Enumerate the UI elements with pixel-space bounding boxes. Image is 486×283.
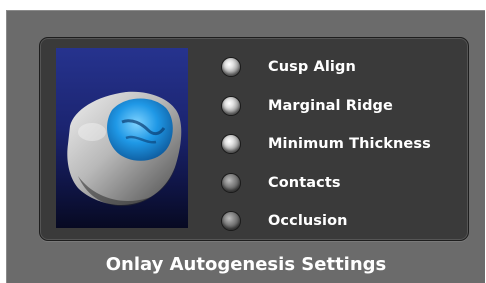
option-label: Marginal Ridge [268, 97, 393, 114]
option-contacts[interactable]: Contacts [220, 164, 460, 203]
option-label: Contacts [268, 174, 341, 191]
option-label: Occlusion [268, 213, 348, 230]
option-minimum-thickness[interactable]: Minimum Thickness [220, 125, 460, 164]
option-occlusion[interactable]: Occlusion [220, 202, 460, 241]
autogenesis-options: Cusp Align Marginal Ridge Minimum Thickn… [220, 48, 460, 241]
app-frame: Cusp Align Marginal Ridge Minimum Thickn… [0, 0, 486, 283]
toggle-indicator-icon[interactable] [222, 58, 240, 77]
panel-caption: Onlay Autogenesis Settings [105, 254, 387, 275]
tooth-highlight [78, 123, 106, 141]
option-label: Minimum Thickness [268, 136, 431, 153]
option-cusp-align[interactable]: Cusp Align [220, 48, 460, 87]
toggle-indicator-icon[interactable] [222, 173, 240, 192]
toggle-indicator-icon[interactable] [222, 96, 240, 115]
tooth-preview[interactable] [56, 48, 188, 228]
toggle-indicator-icon[interactable] [222, 212, 240, 231]
settings-panel: Cusp Align Marginal Ridge Minimum Thickn… [39, 37, 469, 241]
tooth-model-image [67, 91, 182, 207]
option-label: Cusp Align [268, 59, 356, 76]
settings-window: Cusp Align Marginal Ridge Minimum Thickn… [6, 10, 485, 283]
option-marginal-ridge[interactable]: Marginal Ridge [220, 87, 460, 126]
toggle-indicator-icon[interactable] [222, 135, 240, 154]
